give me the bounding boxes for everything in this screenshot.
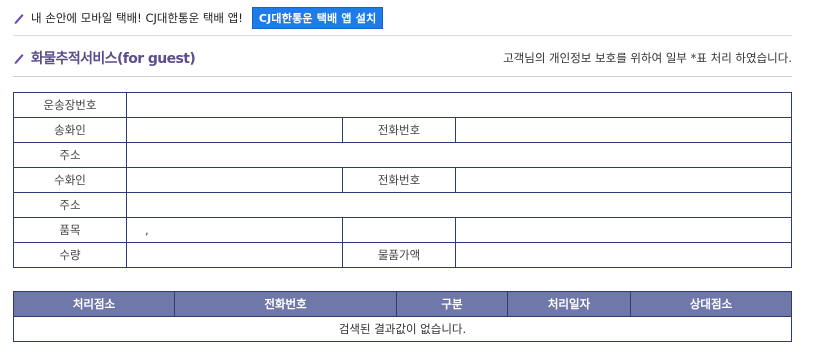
receiver-address-label: 주소 [13, 192, 127, 218]
privacy-note: 고객님의 개인정보 보호를 위하여 일부 *표 처리 하였습니다. [503, 51, 792, 65]
qty-value [126, 242, 343, 268]
receiver-address-value [126, 192, 792, 218]
waybill-label: 운송장번호 [13, 92, 127, 118]
price-value [455, 242, 792, 268]
item-empty-cell [455, 217, 792, 243]
receiver-label: 수화인 [13, 167, 127, 193]
table-row: 송화인 전화번호 [13, 117, 792, 143]
table-row: 수량 물품가액 [13, 242, 792, 268]
table-header-row: 처리점소 전화번호 구분 처리일자 상대점소 [13, 291, 792, 317]
page-title: 화물추적서비스(for guest) [31, 51, 196, 67]
shipment-info-table: 운송장번호 송화인 전화번호 주소 수화인 전화번호 주소 품목 , 수량 물품… [13, 92, 792, 268]
empty-result-message: 검색된 결과값이 없습니다. [13, 316, 792, 342]
tracking-results-table: 처리점소 전화번호 구분 처리일자 상대점소 검색된 결과값이 없습니다. [13, 291, 792, 342]
sender-address-label: 주소 [13, 142, 127, 168]
table-row: 운송장번호 [13, 92, 792, 118]
column-header-phone: 전화번호 [174, 291, 397, 317]
pencil-icon [14, 14, 24, 24]
column-header-branch: 처리점소 [13, 291, 175, 317]
section-header: 화물추적서비스(for guest) 고객님의 개인정보 보호를 위하여 일부 … [13, 48, 792, 68]
sender-value [126, 117, 343, 143]
receiver-phone-label: 전화번호 [342, 167, 456, 193]
receiver-phone-value [455, 167, 792, 193]
item-value: , [126, 217, 343, 243]
promo-text: 내 손안에 모바일 택배! CJ대한통운 택배 앱! [31, 11, 243, 25]
item-label: 품목 [13, 217, 127, 243]
table-row: 주소 [13, 142, 792, 168]
sender-address-value [126, 142, 792, 168]
qty-label: 수량 [13, 242, 127, 268]
receiver-value [126, 167, 343, 193]
sender-label: 송화인 [13, 117, 127, 143]
table-row: 품목 , [13, 217, 792, 243]
sender-phone-value [455, 117, 792, 143]
promo-bar: 내 손안에 모바일 택배! CJ대한통운 택배 앱! CJ대한통운 택배 앱 설… [13, 7, 384, 29]
table-row: 수화인 전화번호 [13, 167, 792, 193]
column-header-counterpart-branch: 상대점소 [630, 291, 792, 317]
pencil-icon [14, 54, 24, 64]
item-empty-cell [342, 217, 456, 243]
divider [13, 35, 792, 36]
table-row: 주소 [13, 192, 792, 218]
divider [13, 76, 792, 77]
waybill-value [126, 92, 792, 118]
column-header-date: 처리일자 [507, 291, 631, 317]
install-app-button[interactable]: CJ대한통운 택배 앱 설치 [251, 7, 384, 29]
sender-phone-label: 전화번호 [342, 117, 456, 143]
price-label: 물품가액 [342, 242, 456, 268]
table-row: 검색된 결과값이 없습니다. [13, 316, 792, 342]
column-header-type: 구분 [396, 291, 508, 317]
